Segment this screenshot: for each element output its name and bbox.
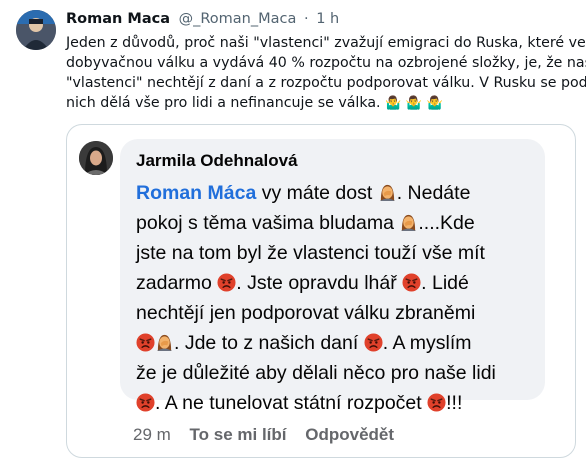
comment-fragment: . A myslím (382, 332, 472, 354)
tweet-text-fragment: nich dělá vše pro lidi a nefinancuje se … (66, 95, 381, 111)
commenter-photo (79, 141, 113, 175)
comment-fragment: ....Kde (418, 212, 475, 234)
tweet-text-line: nich dělá vše pro lidi a nefinancuje se … (66, 93, 576, 114)
comment-line: nechtějí jen podporovat válku zbraněmi (136, 302, 476, 324)
comment-line: . A ne tunelovat státní rozpočet !!! (136, 388, 536, 418)
man-shrugging-icon: 🤷‍♂️ (405, 96, 422, 111)
comment-fragment: vy máte dost (256, 182, 378, 204)
angry-face-icon (217, 273, 236, 292)
comment-text: Roman Máca vy máte dost . Nedáte pokoj s… (136, 178, 536, 418)
angry-face-icon (136, 333, 155, 352)
tweet-time[interactable]: 1 h (316, 11, 339, 27)
angry-face-icon (427, 393, 446, 412)
author-handle[interactable]: @_Roman_Maca (179, 11, 297, 27)
tweet[interactable]: Roman Maca @_Roman_Maca · 1 h Jeden z dů… (0, 0, 586, 462)
commenter-avatar (79, 141, 113, 175)
man-shrugging-icon: 🤷‍♂️ (385, 96, 402, 111)
comment-fragment: !!! (446, 392, 463, 414)
tweet-header: Roman Maca @_Roman_Maca · 1 h (66, 11, 339, 27)
author-name[interactable]: Roman Maca (66, 11, 170, 27)
angry-face-icon (402, 273, 421, 292)
woman-facepalming-icon (399, 213, 418, 232)
reply-button: Odpovědět (305, 425, 395, 444)
comment-fragment: . Jste opravdu lhář (236, 272, 403, 294)
comment-fragment: pokoj s těma vašima bludama (136, 212, 400, 234)
comment-bubble: Jarmila Odehnalová Roman Máca vy máte do… (120, 139, 545, 414)
tweet-text-line: "vlastenci" nechtějí z daní a z rozpočtu… (66, 75, 586, 91)
comment-fragment: . Lidé (421, 272, 469, 294)
man-shrugging-icon: 🤷‍♂️ (426, 96, 443, 111)
comment-line: . Jde to z našich daní . A myslím (136, 328, 536, 358)
like-button: To se mi líbí (189, 425, 287, 444)
comment-time: 29 m (133, 425, 171, 444)
comment-line: že je důležité aby dělali něco pro naše … (136, 362, 496, 384)
tweet-text: Jeden z důvodů, proč naši "vlastenci" zv… (66, 33, 586, 114)
comment-actions: 29 m To se mi líbí Odpovědět (133, 425, 408, 445)
commenter-name: Jarmila Odehnalová (136, 151, 298, 170)
comment-line: pokoj s těma vašima bludama ....Kde (136, 208, 536, 238)
woman-facepalming-icon (155, 333, 174, 352)
comment-fragment: . A ne tunelovat státní rozpočet (155, 392, 428, 414)
comment-fragment: . (396, 182, 408, 204)
quoted-screenshot[interactable]: Jarmila Odehnalová Roman Máca vy máte do… (66, 124, 576, 458)
comment-fragment: Nedáte (407, 182, 471, 204)
comment-fragment: zadarmo (136, 272, 218, 294)
angry-face-icon (364, 333, 383, 352)
tweet-text-line: dobyvačnou válku a vydává 40 % rozpočtu … (66, 55, 586, 71)
woman-facepalming-icon (378, 183, 397, 202)
comment-line: Roman Máca vy máte dost . Nedáte (136, 178, 536, 208)
profile-photo (16, 10, 56, 50)
comment-line: zadarmo . Jste opravdu lhář . Lidé (136, 268, 536, 298)
author-avatar[interactable] (16, 10, 56, 50)
tweet-text-line: Jeden z důvodů, proč naši "vlastenci" zv… (66, 35, 586, 51)
mention-link: Roman Máca (136, 182, 257, 204)
header-separator: · (303, 11, 309, 27)
comment-fragment: . Jde to z našich daní (174, 332, 364, 354)
angry-face-icon (136, 393, 155, 412)
comment-line: jste na tom byl že vlastenci touží vše m… (136, 242, 485, 264)
